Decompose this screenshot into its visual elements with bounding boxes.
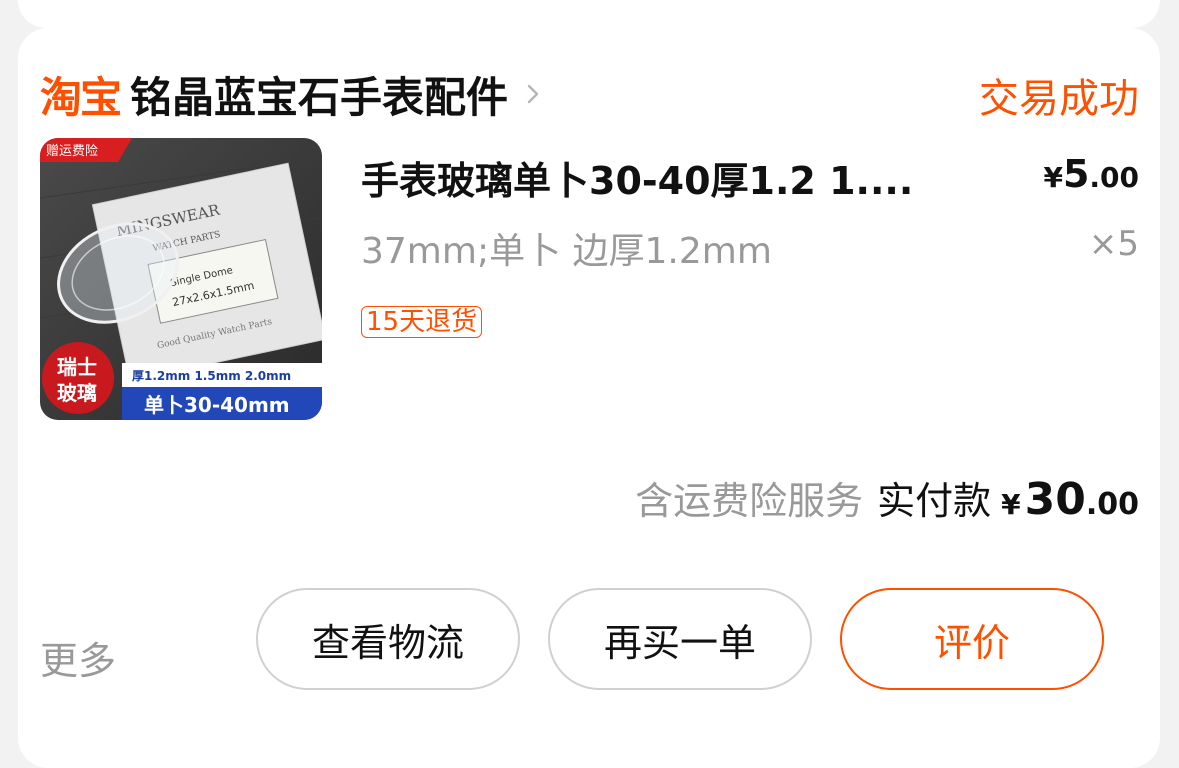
product-quantity: ×5 [1088,224,1139,264]
total-currency: ¥ [1001,488,1021,521]
total-decimal: .00 [1085,487,1139,522]
more-button[interactable]: 更多 [40,630,116,685]
review-button[interactable]: 评价 [840,588,1104,690]
image-badge-line2: 玻璃 [57,381,97,405]
previous-order-card [18,0,1160,28]
insurance-note: 含运费险服务 [635,479,864,523]
image-badge-line1: 瑞士 [57,355,97,379]
total-integer: 30 [1024,474,1086,525]
price-integer: 5 [1062,152,1090,196]
image-thickness: 厚1.2mm 1.5mm 2.0mm [132,369,291,383]
chevron-right-icon[interactable] [522,83,544,105]
price-decimal: .00 [1089,161,1139,194]
order-total: 含运费险服务 实付款 ¥ 30 .00 [635,470,1139,525]
image-corner-tag: 赠运费险 [46,144,98,159]
price-currency: ¥ [1043,161,1063,194]
product-spec: 37mm;单卜 边厚1.2mm [361,231,772,272]
product-title[interactable]: 手表玻璃单卜30-40厚1.2 1.... [361,150,913,205]
product-image[interactable]: 赠运费险 MINGSWEAR WATCH PARTS Single Dome 2… [40,138,322,420]
order-status: 交易成功 [979,76,1139,122]
return-policy-badge: 15天退货 [361,306,483,338]
taobao-logo: 淘宝 [40,72,122,122]
shop-header[interactable]: 淘宝 铭晶蓝宝石手表配件 [40,62,544,126]
view-logistics-button[interactable]: 查看物流 [256,588,520,690]
paid-label: 实付款 [877,479,992,523]
product-price: ¥5.00 [1043,152,1139,196]
image-range: 单卜30-40mm [144,393,290,417]
shop-name[interactable]: 铭晶蓝宝石手表配件 [130,64,508,125]
buy-again-button[interactable]: 再买一单 [548,588,812,690]
